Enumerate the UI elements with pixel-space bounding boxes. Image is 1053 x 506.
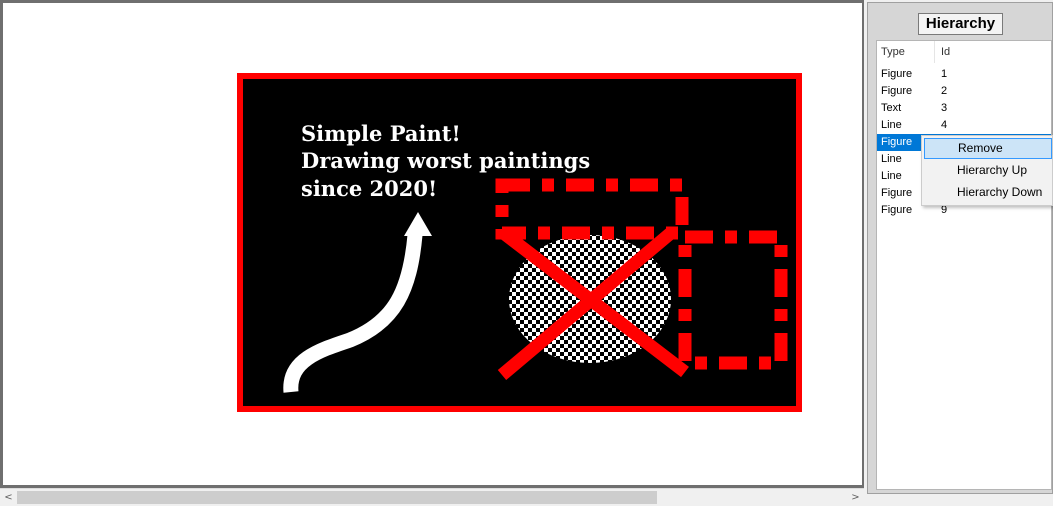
row-id: 1 (941, 68, 948, 80)
hierarchy-row[interactable]: Line 4 (877, 117, 1051, 134)
row-type: Text (881, 102, 902, 114)
row-type: Figure (881, 85, 913, 97)
hierarchy-title: Hierarchy (918, 13, 1003, 35)
scroll-thumb[interactable] (17, 491, 657, 504)
hierarchy-row[interactable]: Figure 1 (877, 66, 1051, 83)
hierarchy-row[interactable]: Figure 2 (877, 83, 1051, 100)
canvas-scene[interactable]: Simple Paint! Drawing worst paintings si… (3, 3, 864, 488)
horizontal-scrollbar[interactable]: < > (0, 488, 864, 506)
row-type: Figure (881, 204, 913, 216)
row-type: Line (881, 119, 902, 131)
column-header-type[interactable]: Type (877, 41, 935, 63)
paint-text-line-1: Simple Paint! (301, 121, 461, 146)
scroll-right-icon[interactable]: > (847, 489, 864, 506)
scroll-left-icon[interactable]: < (0, 489, 17, 506)
paint-text-line-2: Drawing worst paintings (301, 148, 590, 173)
row-id: 4 (941, 119, 948, 131)
row-type: Line (881, 170, 902, 182)
menu-item-hierarchy-down[interactable]: Hierarchy Down (924, 182, 1052, 203)
hierarchy-panel: Hierarchy Type Id Figure 1 Figure 2 Text… (867, 2, 1053, 494)
menu-item-hierarchy-up[interactable]: Hierarchy Up (924, 160, 1052, 181)
row-type: Figure (881, 187, 913, 199)
hierarchy-header: Type Id (877, 41, 1051, 63)
row-type: Figure (881, 68, 913, 80)
drawing-canvas[interactable]: Simple Paint! Drawing worst paintings si… (0, 0, 864, 488)
paint-text-line-3: since 2020! (301, 176, 437, 201)
hierarchy-list[interactable]: Type Id Figure 1 Figure 2 Text 3 Line 4 … (876, 40, 1052, 490)
row-type: Line (881, 153, 902, 165)
row-type: Figure (881, 136, 913, 148)
column-header-id[interactable]: Id (935, 41, 1053, 63)
row-id: 3 (941, 102, 948, 114)
row-id: 2 (941, 85, 948, 97)
hierarchy-row[interactable]: Text 3 (877, 100, 1051, 117)
context-menu: Remove Hierarchy Up Hierarchy Down (921, 135, 1053, 206)
menu-item-remove[interactable]: Remove (924, 138, 1052, 159)
